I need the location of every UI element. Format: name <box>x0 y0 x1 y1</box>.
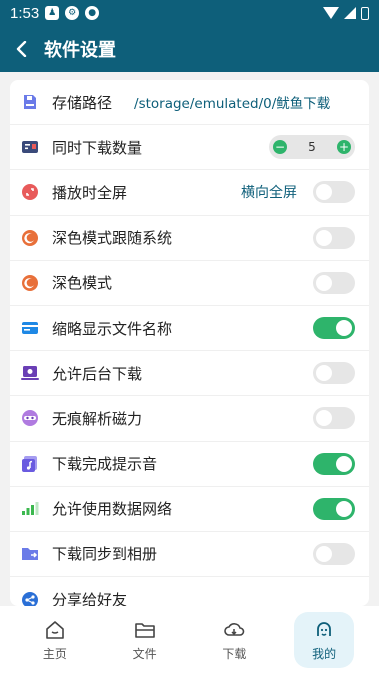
card-icon <box>20 318 40 338</box>
setting-label: 深色模式跟随系统 <box>52 230 173 248</box>
sd-card-icon <box>20 92 40 112</box>
toggle-knob <box>316 410 332 427</box>
concurrent-stepper[interactable]: − 5 + <box>269 135 355 160</box>
nav-home[interactable]: 主页 <box>25 612 85 668</box>
setting-mobile-data: 允许使用数据网络 <box>10 487 369 532</box>
folder-open-icon <box>134 622 155 638</box>
dark-mode-toggle[interactable] <box>313 271 355 294</box>
nav-label: 下载 <box>222 646 247 661</box>
setting-label: 同时下载数量 <box>52 139 143 157</box>
setting-storage-path[interactable]: 存储路径 /storage/emulated/0/鱿鱼下载 <box>10 80 369 126</box>
bottom-nav: 主页 文件 下载 我的 <box>0 606 379 674</box>
complete-sound-toggle[interactable] <box>313 452 355 475</box>
status-bar: 1:53 ♟ ⚙ ● <box>0 0 379 26</box>
setting-label: 缩略显示文件名称 <box>52 320 173 338</box>
setting-complete-sound: 下载完成提示音 <box>10 442 369 487</box>
cloud-download-icon <box>224 622 245 636</box>
setting-incognito-magnet: 无痕解析磁力 <box>10 396 369 442</box>
toggle-knob <box>336 320 352 337</box>
shirt-icon: ♟ <box>45 6 60 20</box>
settings-circle-icon: ⚙ <box>65 6 80 20</box>
setting-label: 允许后台下载 <box>52 365 143 383</box>
decrement-button[interactable]: − <box>273 140 287 155</box>
incognito-toggle[interactable] <box>313 407 355 430</box>
share-icon <box>20 590 40 606</box>
sync-album-toggle[interactable] <box>313 542 355 565</box>
notification-circle-icon: ● <box>85 6 100 20</box>
setting-label: 播放时全屏 <box>52 184 128 202</box>
setting-dark-mode: 深色模式 <box>10 261 369 306</box>
setting-share[interactable]: 分享给好友 <box>10 577 369 606</box>
setting-label: 下载同步到相册 <box>52 546 158 564</box>
toggle-knob <box>316 229 332 246</box>
mask-icon <box>20 408 40 428</box>
back-arrow-icon <box>16 41 27 57</box>
fullscreen-mode-value[interactable]: 横向全屏 <box>241 182 297 202</box>
toggle-knob <box>336 455 352 472</box>
battery-icon <box>361 6 369 20</box>
app-bar: 软件设置 <box>0 26 379 72</box>
short-filename-toggle[interactable] <box>313 317 355 340</box>
setting-sync-album: 下载同步到相册 <box>10 532 369 578</box>
wifi-icon <box>323 7 339 19</box>
toggle-knob <box>336 500 352 517</box>
setting-label: 下载完成提示音 <box>52 456 158 474</box>
signal-icon <box>20 499 40 519</box>
music-icon <box>20 454 40 474</box>
settings-list: 存储路径 /storage/emulated/0/鱿鱼下载 同时下载数量 − 5… <box>10 80 369 606</box>
profile-icon <box>317 621 332 636</box>
status-indicators <box>323 6 369 20</box>
setting-label: 分享给好友 <box>52 592 128 606</box>
setting-concurrent-downloads: 同时下载数量 − 5 + <box>10 125 369 171</box>
home-icon <box>46 620 64 639</box>
queue-icon <box>20 137 40 157</box>
setting-label: 存储路径 <box>52 94 113 112</box>
storage-path-value: /storage/emulated/0/鱿鱼下载 <box>134 96 331 113</box>
dark-follow-toggle[interactable] <box>313 226 355 249</box>
nav-label: 我的 <box>312 646 337 661</box>
nav-profile[interactable]: 我的 <box>294 612 355 668</box>
nav-files[interactable]: 文件 <box>115 612 175 668</box>
background-download-toggle[interactable] <box>313 362 355 385</box>
cell-signal-icon <box>344 7 356 19</box>
setting-short-filename: 缩略显示文件名称 <box>10 306 369 352</box>
setting-label: 允许使用数据网络 <box>52 501 173 519</box>
increment-button[interactable]: + <box>336 140 351 155</box>
fullscreen-toggle[interactable] <box>313 181 355 204</box>
toggle-knob <box>316 365 332 382</box>
mobile-data-toggle[interactable] <box>313 497 355 520</box>
fullscreen-icon <box>20 182 40 202</box>
nav-label: 主页 <box>42 646 67 661</box>
concurrent-value: 5 <box>308 140 316 155</box>
status-time: 1:53 <box>10 4 40 22</box>
nav-label: 文件 <box>132 646 157 661</box>
toggle-knob <box>316 545 332 562</box>
setting-dark-follow-system: 深色模式跟随系统 <box>10 216 369 261</box>
toggle-knob <box>316 184 332 201</box>
laptop-icon <box>20 363 40 383</box>
setting-label: 无痕解析磁力 <box>52 410 143 428</box>
moon-icon <box>20 273 40 293</box>
setting-label: 深色模式 <box>52 275 113 293</box>
folder-icon <box>20 544 40 564</box>
back-button[interactable] <box>0 26 44 72</box>
toggle-knob <box>316 274 332 291</box>
nav-downloads[interactable]: 下载 <box>204 612 264 668</box>
setting-background-download: 允许后台下载 <box>10 351 369 397</box>
setting-fullscreen: 播放时全屏 横向全屏 <box>10 170 369 216</box>
moon-icon <box>20 228 40 248</box>
page-title: 软件设置 <box>44 40 116 60</box>
